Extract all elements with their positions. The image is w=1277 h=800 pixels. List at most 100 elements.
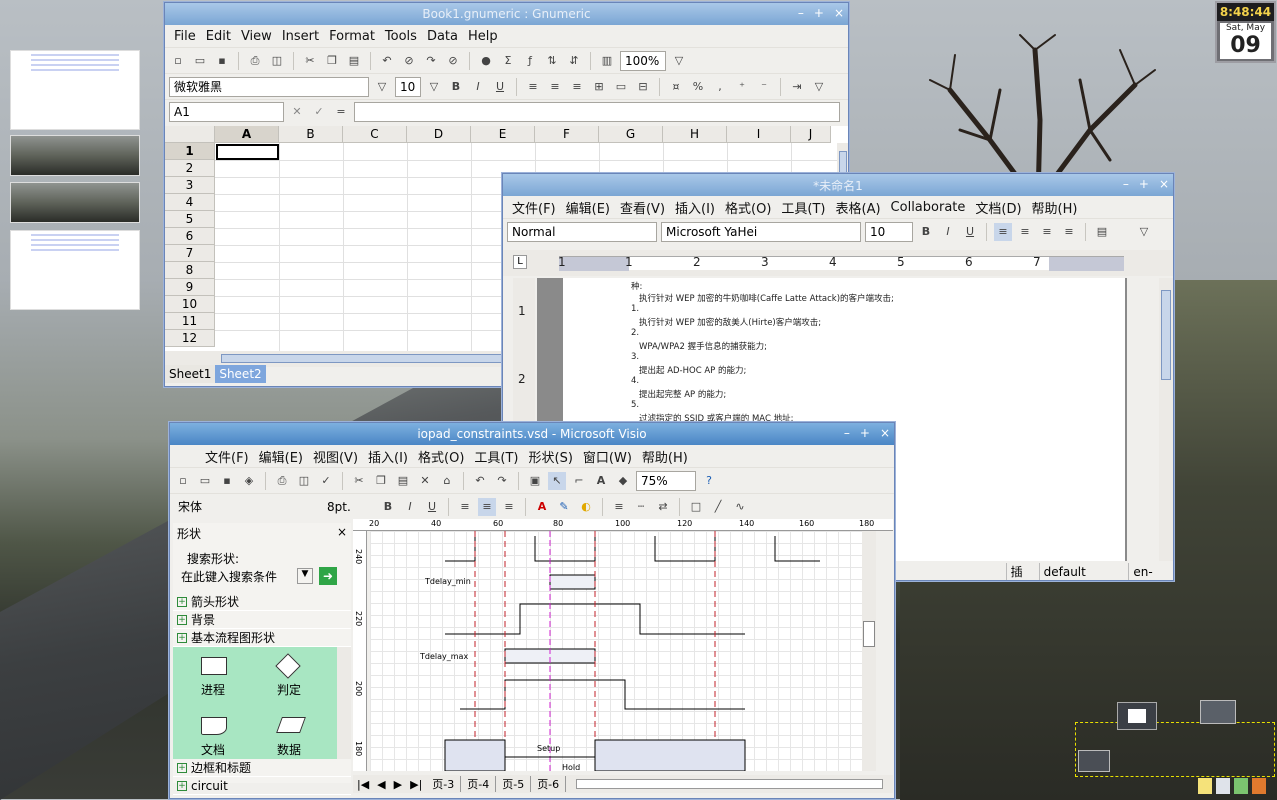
search-input[interactable]: 在此键入搜索条件 (181, 568, 291, 585)
col-header[interactable]: E (471, 126, 535, 143)
freeform-icon[interactable]: ∿ (731, 498, 749, 516)
underline-icon[interactable]: U (491, 78, 509, 96)
font-select[interactable]: Microsoft YaHei (661, 221, 861, 242)
drawing-canvas[interactable]: Tdelay_min Tdelay_max Setup Hold (370, 531, 876, 772)
col-header[interactable]: H (663, 126, 727, 143)
line-ends-icon[interactable]: ⇄ (654, 498, 672, 516)
row-header[interactable]: 12 (165, 330, 215, 347)
menu-edit[interactable]: Edit (201, 29, 236, 44)
sheet-tab-1[interactable]: Sheet1 (165, 365, 216, 383)
rectangle-icon[interactable]: □ (687, 498, 705, 516)
menu-tools[interactable]: Tools (380, 29, 422, 44)
italic-icon[interactable]: I (939, 223, 957, 241)
row-header[interactable]: 10 (165, 296, 215, 313)
justify-icon[interactable]: ≡ (1060, 223, 1078, 241)
line-icon[interactable]: ╱ (709, 498, 727, 516)
chevron-down-icon[interactable]: ▽ (810, 78, 828, 96)
col-header[interactable]: F (535, 126, 599, 143)
shapes-icon[interactable]: ▣ (526, 472, 544, 490)
cancel-icon[interactable]: ✕ (288, 103, 306, 121)
sum-icon[interactable]: Σ (499, 52, 517, 70)
align-center-icon[interactable]: ≡ (546, 78, 564, 96)
menu-insert[interactable]: Insert (277, 29, 324, 44)
paste-icon[interactable]: ▤ (394, 472, 412, 490)
menu-help[interactable]: 帮助(H) (637, 447, 693, 466)
chevron-down-icon[interactable]: ▼ (297, 568, 313, 584)
page-tab[interactable]: 页-4 (461, 776, 497, 792)
sort-asc-icon[interactable]: ⇅ (543, 52, 561, 70)
search-go-icon[interactable]: ➜ (319, 567, 337, 585)
formula-eq[interactable]: = (332, 103, 350, 121)
nav-prev-icon[interactable]: ◀ (373, 778, 389, 791)
line-color-icon[interactable]: ✎ (555, 498, 573, 516)
menu-shapes[interactable]: 形状(S) (524, 447, 578, 466)
shape-category[interactable]: + 箭头形状 (173, 593, 351, 611)
paste-icon[interactable]: ▤ (345, 52, 363, 70)
columns-icon[interactable]: ▤ (1093, 223, 1111, 241)
row-header[interactable]: 6 (165, 228, 215, 245)
size-select[interactable]: 10 (865, 221, 913, 242)
nav-next-icon[interactable]: ▶ (390, 778, 406, 791)
workspace-thumb-1[interactable] (10, 50, 140, 130)
shape-category[interactable]: + 基本流程图形状 (173, 629, 351, 647)
label-setup[interactable]: Setup (537, 744, 560, 753)
menu-view[interactable]: 查看(V) (615, 198, 670, 217)
abiword-titlebar[interactable]: *未命名1 – + × (503, 174, 1173, 196)
menu-edit[interactable]: 编辑(E) (561, 198, 615, 217)
align-right-icon[interactable]: ≡ (500, 498, 518, 516)
menu-window[interactable]: 窗口(W) (578, 447, 637, 466)
increase-decimal-icon[interactable]: ⁺ (733, 78, 751, 96)
function-icon[interactable]: ƒ (521, 52, 539, 70)
underline-icon[interactable]: U (423, 498, 441, 516)
menu-edit[interactable]: 编辑(E) (254, 447, 308, 466)
stamp-icon[interactable]: ◆ (614, 472, 632, 490)
menu-data[interactable]: Data (422, 29, 463, 44)
corner-cell[interactable] (165, 126, 215, 143)
update-icon[interactable] (1252, 778, 1266, 794)
save-icon[interactable]: ▪ (218, 472, 236, 490)
menu-document[interactable]: 文档(D) (970, 198, 1026, 217)
bold-icon[interactable]: B (379, 498, 397, 516)
help-icon[interactable]: ? (700, 472, 718, 490)
minimize-icon[interactable]: – (1123, 177, 1129, 191)
col-header[interactable]: B (279, 126, 343, 143)
chevron-down-icon[interactable]: ▽ (1135, 223, 1153, 241)
col-header[interactable]: A (215, 126, 279, 143)
horizontal-scrollbar[interactable] (576, 779, 883, 789)
percent-icon[interactable]: % (689, 78, 707, 96)
redo-icon[interactable]: ↷ (422, 52, 440, 70)
row-header[interactable]: 11 (165, 313, 215, 330)
merge2-icon[interactable]: ▭ (612, 78, 630, 96)
cell-ref-field[interactable]: A1 (169, 101, 284, 122)
font-size-field[interactable]: 10 (395, 76, 421, 97)
page-tab[interactable]: 页-5 (496, 776, 532, 792)
close-icon[interactable]: × (880, 426, 890, 440)
decision-shape-icon[interactable] (275, 653, 301, 679)
row-header[interactable]: 7 (165, 245, 215, 262)
size-field[interactable]: 8pt. (323, 497, 375, 517)
spelling-icon[interactable]: ✓ (317, 472, 335, 490)
format-painter-icon[interactable]: ⌂ (438, 472, 456, 490)
chevron-down-icon[interactable]: ▽ (373, 78, 391, 96)
document-shape-icon[interactable] (201, 717, 227, 735)
line-weight-icon[interactable]: ≡ (610, 498, 628, 516)
network-icon[interactable] (1234, 778, 1248, 794)
text-icon[interactable]: A (592, 472, 610, 490)
save-icon[interactable]: ▪ (213, 52, 231, 70)
new-icon[interactable]: ▫ (169, 52, 187, 70)
align-left-icon[interactable]: ≡ (524, 78, 542, 96)
close-icon[interactable]: × (1159, 177, 1169, 191)
col-header[interactable]: D (407, 126, 471, 143)
shape-category[interactable]: + 背景 (173, 611, 351, 629)
menu-file[interactable]: File (169, 29, 201, 44)
menu-view[interactable]: 视图(V) (308, 447, 363, 466)
maximize-icon[interactable]: + (814, 6, 824, 20)
merge-icon[interactable]: ⊞ (590, 78, 608, 96)
nav-first-icon[interactable]: |◀ (353, 778, 373, 791)
align-right-icon[interactable]: ≡ (568, 78, 586, 96)
row-header[interactable]: 1 (165, 143, 215, 160)
maximize-icon[interactable]: + (860, 426, 870, 440)
menu-help[interactable]: 帮助(H) (1027, 198, 1083, 217)
hyperlink-icon[interactable]: ● (477, 52, 495, 70)
cut-icon[interactable]: ✂ (301, 52, 319, 70)
